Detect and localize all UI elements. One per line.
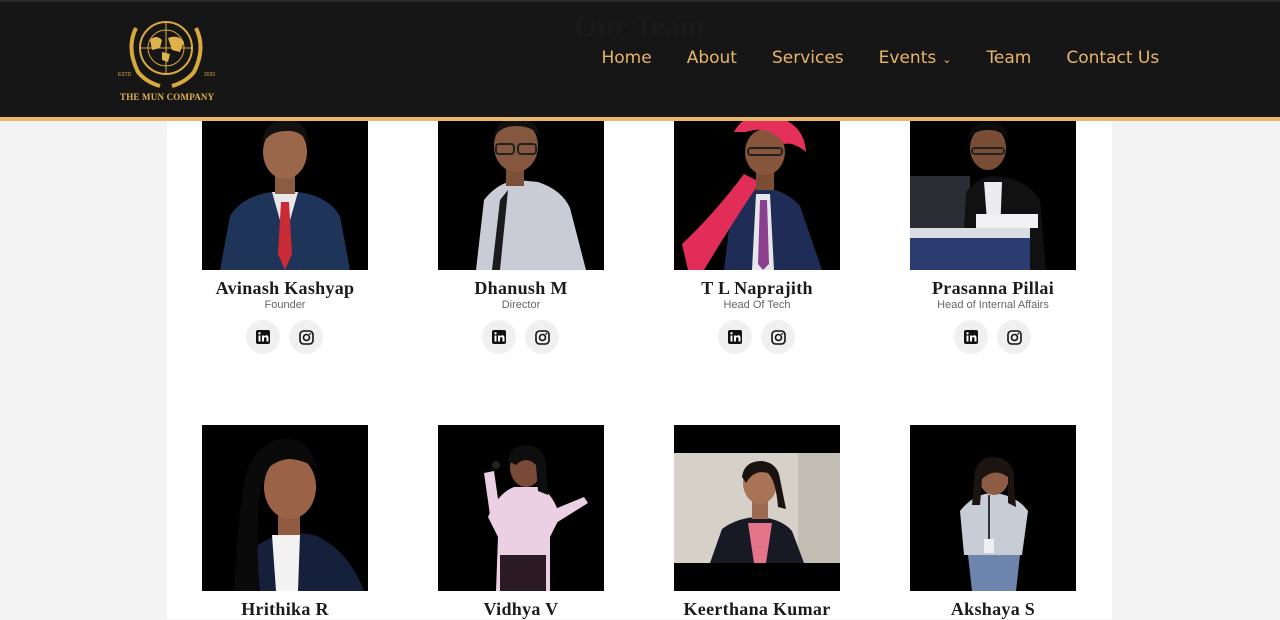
nav-label: Services	[771, 48, 844, 68]
chevron-down-icon: ⌄	[942, 53, 952, 66]
nav-item-about[interactable]: About	[669, 48, 754, 68]
nav-label: Events	[878, 48, 937, 68]
page-title: Our Team	[574, 10, 705, 43]
logo-text: THE MUN COMPANY	[120, 92, 215, 102]
linkedin-icon[interactable]	[246, 320, 280, 354]
member-photo	[674, 425, 840, 591]
member-photo	[438, 425, 604, 591]
instagram-icon[interactable]	[289, 320, 323, 354]
nav-item-services[interactable]: Services	[754, 48, 861, 68]
nav-item-contact[interactable]: Contact Us	[1049, 48, 1177, 68]
member-name: Dhanush M	[474, 278, 568, 298]
member-photo	[202, 425, 368, 591]
member-name: Prasanna Pillai	[931, 278, 1054, 298]
member-role: Founder	[264, 299, 306, 311]
member-photo	[674, 104, 840, 270]
logo-estd: ESTD	[118, 72, 132, 78]
instagram-icon[interactable]	[525, 320, 559, 354]
member-name: T L Naprajith	[701, 278, 813, 298]
linkedin-icon[interactable]	[718, 320, 752, 354]
member-name: Avinash Kashyap	[215, 278, 355, 298]
member-name: Keerthana Kumar	[683, 599, 831, 619]
member-role: Head of Internal Affairs	[937, 299, 1049, 311]
member-photo	[202, 104, 368, 270]
nav-label: Contact Us	[1066, 48, 1160, 68]
member-name: Hrithika R	[241, 599, 329, 619]
nav-item-team[interactable]: Team	[969, 48, 1049, 68]
member-photo	[910, 104, 1076, 270]
member-role: Director	[501, 299, 541, 311]
main-nav: Home About Services Events ⌄ Team Contact…	[584, 48, 1177, 68]
nav-label: Team	[986, 48, 1032, 68]
nav-label: About	[686, 48, 737, 68]
member-name: Akshaya S	[950, 599, 1036, 619]
member-photo	[438, 104, 604, 270]
nav-label: Home	[601, 48, 652, 68]
linkedin-icon[interactable]	[954, 320, 988, 354]
member-role: Head Of Tech	[723, 299, 791, 311]
member-name: Vidhya V	[483, 599, 559, 619]
logo-year: 2020	[204, 72, 216, 78]
instagram-icon[interactable]	[761, 320, 795, 354]
nav-item-home[interactable]: Home	[584, 48, 669, 68]
nav-item-events[interactable]: Events ⌄	[861, 48, 969, 68]
instagram-icon[interactable]	[997, 320, 1031, 354]
member-photo	[910, 425, 1076, 591]
linkedin-icon[interactable]	[482, 320, 516, 354]
